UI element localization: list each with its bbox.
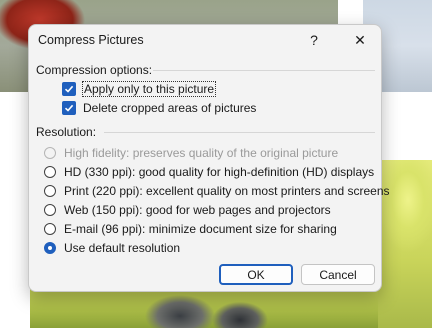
dialog-titlebar: Compress Pictures ? ✕	[29, 25, 381, 55]
close-button[interactable]: ✕	[345, 29, 375, 51]
radio-web-150-ppi[interactable]: Web (150 ppi): good for web pages and pr…	[44, 203, 331, 217]
checkbox-checked-icon	[62, 101, 76, 115]
dialog-title: Compress Pictures	[38, 33, 144, 47]
close-icon: ✕	[354, 31, 366, 48]
radio-high-fidelity: High fidelity: preserves quality of the …	[44, 146, 338, 160]
compression-options-label: Compression options:	[36, 63, 153, 77]
radio-print-220-ppi[interactable]: Print (220 ppi): excellent quality on mo…	[44, 184, 390, 198]
radio-icon	[44, 204, 56, 216]
radio-icon	[44, 166, 56, 178]
radio-disabled-icon	[44, 147, 56, 159]
cancel-button[interactable]: Cancel	[301, 264, 375, 285]
checkbox-apply-only-this-picture[interactable]: Apply only to this picture	[62, 81, 217, 97]
radio-label: E-mail (96 ppi): minimize document size …	[64, 222, 337, 236]
compression-separator	[153, 70, 375, 71]
ok-button[interactable]: OK	[219, 264, 293, 285]
radio-email-96-ppi[interactable]: E-mail (96 ppi): minimize document size …	[44, 222, 337, 236]
radio-label: Print (220 ppi): excellent quality on mo…	[64, 184, 390, 198]
background-photo-birds	[30, 286, 378, 328]
compress-pictures-dialog: Compress Pictures ? ✕ Compression option…	[28, 24, 390, 292]
checkbox-delete-cropped-areas[interactable]: Delete cropped areas of pictures	[62, 101, 256, 115]
checkbox-label: Delete cropped areas of pictures	[83, 101, 257, 115]
radio-icon	[44, 223, 56, 235]
radio-icon	[44, 185, 56, 197]
radio-label: HD (330 ppi): good quality for high-defi…	[64, 165, 375, 179]
checkbox-checked-icon	[62, 82, 76, 96]
radio-use-default-resolution[interactable]: Use default resolution	[44, 241, 180, 255]
radio-label: Web (150 ppi): good for web pages and pr…	[64, 203, 331, 217]
help-icon: ?	[310, 32, 318, 48]
help-button[interactable]: ?	[299, 29, 329, 51]
resolution-separator	[104, 132, 375, 133]
radio-label: Use default resolution	[64, 241, 181, 255]
radio-selected-icon	[44, 242, 56, 254]
resolution-label: Resolution:	[36, 125, 97, 139]
radio-hd-330-ppi[interactable]: HD (330 ppi): good quality for high-defi…	[44, 165, 374, 179]
radio-label: High fidelity: preserves quality of the …	[64, 146, 339, 160]
checkbox-label: Apply only to this picture	[81, 81, 217, 97]
